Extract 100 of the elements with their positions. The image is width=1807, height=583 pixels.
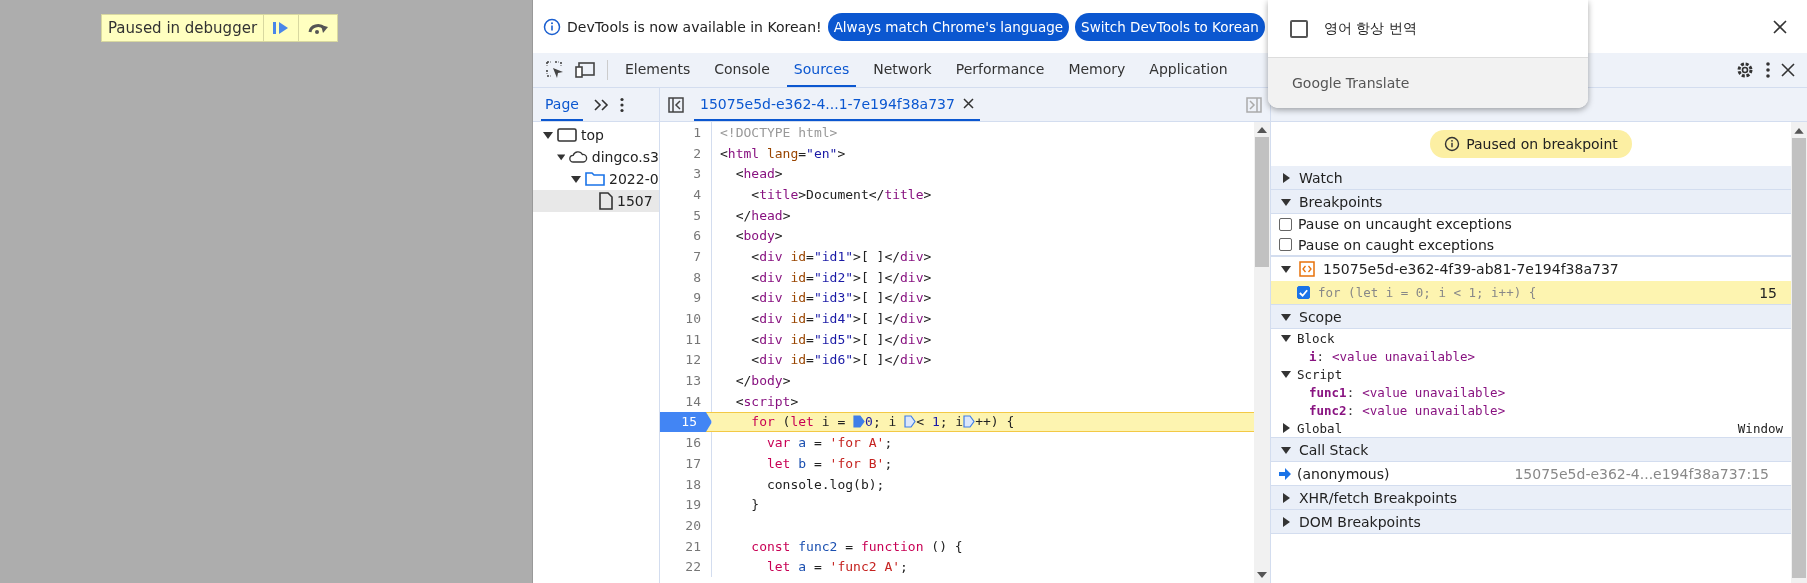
expand-arrow-icon (1281, 444, 1291, 455)
checkbox[interactable] (1297, 286, 1310, 299)
code-fragment: 0; i (865, 414, 898, 430)
section-title: Watch (1299, 169, 1343, 186)
frame-location[interactable]: 15075e5d-e362-4...e194f38a737:15 (1514, 465, 1769, 482)
checkbox[interactable] (1279, 217, 1292, 231)
code-line: </body> (734, 373, 791, 389)
scroll-up-icon[interactable] (1257, 127, 1267, 133)
inline-breakpoint-icon[interactable] (963, 415, 976, 429)
scrollbar-thumb[interactable] (1792, 137, 1806, 578)
info-icon (1444, 136, 1461, 152)
panel-tab[interactable]: Console (707, 53, 777, 87)
scope-name: Global (1297, 420, 1343, 436)
separator: : (1346, 384, 1355, 400)
code-fragment: < 1; i (916, 414, 964, 430)
line-number: 20 (660, 515, 712, 536)
line-number: 8 (660, 266, 712, 288)
breakpoint-file-name: 15075e5d-e362-4f39-ab81-7e194f38a737 (1323, 261, 1619, 277)
section-header[interactable]: Watch (1271, 166, 1791, 190)
scrollbar[interactable] (1791, 122, 1807, 583)
google-translate-label: Google Translate (1292, 75, 1410, 91)
variable-name: func2 (1309, 402, 1347, 418)
section-header[interactable]: DOM Breakpoints (1271, 510, 1791, 534)
breakpoint-row[interactable]: for (let i = 0; i < 1; i++) { 15 (1271, 281, 1791, 304)
code-line: <div id="id1">[ ]</div> (750, 248, 932, 264)
panel-tab[interactable]: Memory (1061, 53, 1133, 87)
variable-value: <value unavailable> (1362, 402, 1506, 418)
sidebar-toggle-icon[interactable] (668, 96, 684, 113)
code-line: const func2 = function () { (750, 538, 963, 554)
collapse-arrow-icon (1281, 172, 1291, 183)
section-header[interactable]: XHR/fetch Breakpoints (1271, 486, 1791, 510)
panel-tab[interactable]: Application (1142, 53, 1235, 87)
panel-tab[interactable]: Elements (618, 53, 698, 87)
tree-item[interactable]: 1507 (533, 190, 659, 212)
code-line: <script> (734, 393, 799, 409)
checkbox-label: 영어 항상 번역 (1324, 19, 1417, 38)
section-header[interactable]: Call Stack (1271, 438, 1791, 462)
expand-arrow-icon (557, 152, 566, 162)
line-number: 2 (660, 142, 712, 164)
breakpoint-line-number[interactable]: 15 (660, 411, 712, 433)
device-toolbar-icon[interactable] (575, 60, 597, 80)
infobar-button[interactable]: Switch DevTools to Korean (1075, 12, 1265, 41)
expand-arrow-icon[interactable] (1281, 264, 1291, 274)
section-title: DOM Breakpoints (1299, 513, 1421, 530)
cloud-icon (569, 149, 588, 165)
settings-icon[interactable] (1735, 60, 1755, 80)
checkbox-label: Pause on caught exceptions (1298, 236, 1495, 253)
code-line: var a = 'for A'; (765, 435, 893, 451)
section-title: Call Stack (1299, 441, 1369, 458)
collapse-arrow-icon[interactable] (1281, 423, 1291, 433)
inline-breakpoint-icon[interactable] (853, 415, 866, 429)
code-line: <div id="id6">[ ]</div> (750, 352, 932, 368)
section-title: Breakpoints (1299, 193, 1383, 210)
line-number: 14 (660, 390, 712, 412)
separator: : (1346, 402, 1355, 418)
scroll-up-icon[interactable] (1794, 128, 1804, 134)
expand-arrow-icon (571, 174, 581, 184)
infobar-button[interactable]: Always match Chrome's language (827, 12, 1070, 41)
more-options-icon[interactable] (1765, 61, 1771, 79)
tree-item[interactable]: top (533, 124, 659, 146)
code-line: <div id="id3">[ ]</div> (750, 290, 932, 306)
sidebar-toggle-icon[interactable] (1246, 96, 1262, 113)
collapse-arrow-icon (1281, 516, 1291, 527)
section-header[interactable]: Breakpoints (1271, 190, 1791, 214)
tree-item[interactable]: 2022-0 (533, 168, 659, 190)
close-icon[interactable] (1781, 63, 1795, 77)
line-number: 9 (660, 287, 712, 309)
expand-arrow-icon[interactable] (1281, 369, 1291, 379)
separator: : (1316, 348, 1325, 364)
breakpoint-code: for (let i = 0; i < 1; i++) { (1318, 285, 1537, 300)
scroll-down-icon[interactable] (1257, 572, 1267, 578)
panel-tab[interactable]: Network (866, 53, 939, 87)
paused-banner-text: Paused on breakpoint (1466, 136, 1618, 152)
variable-name: i (1309, 348, 1317, 364)
more-options-icon[interactable] (618, 96, 625, 113)
inline-breakpoint-icon[interactable] (904, 415, 917, 429)
close-icon[interactable] (1773, 19, 1787, 34)
line-number: 6 (660, 225, 712, 247)
scrollbar[interactable] (1254, 122, 1270, 583)
expand-arrow-icon[interactable] (1281, 333, 1291, 343)
breakpoint-line: 15 (1759, 284, 1777, 301)
step-over-icon (307, 21, 330, 35)
tree-item[interactable]: dingco.s3 (533, 146, 659, 168)
close-icon[interactable] (962, 98, 974, 109)
info-icon (543, 17, 561, 36)
checkbox[interactable] (1279, 238, 1292, 252)
panel-tab[interactable]: Performance (948, 53, 1052, 87)
section-header[interactable]: Scope (1271, 305, 1791, 329)
checkbox[interactable] (1290, 19, 1308, 38)
call-frame[interactable]: (anonymous) 15075e5d-e362-4...e194f38a737:15 (1271, 462, 1791, 485)
scrollbar-thumb[interactable] (1255, 137, 1269, 267)
expand-arrow-icon (1281, 311, 1291, 322)
inspect-element-icon[interactable] (545, 60, 565, 80)
code-line: <html lang="en"> (720, 145, 846, 161)
line-number: 4 (660, 184, 712, 205)
code-line: console.log(b); (765, 476, 885, 492)
chevron-double-icon[interactable] (592, 97, 609, 112)
expand-arrow-icon (543, 130, 553, 140)
scope-name: Script (1297, 366, 1343, 382)
variable-name: func1 (1309, 384, 1347, 400)
